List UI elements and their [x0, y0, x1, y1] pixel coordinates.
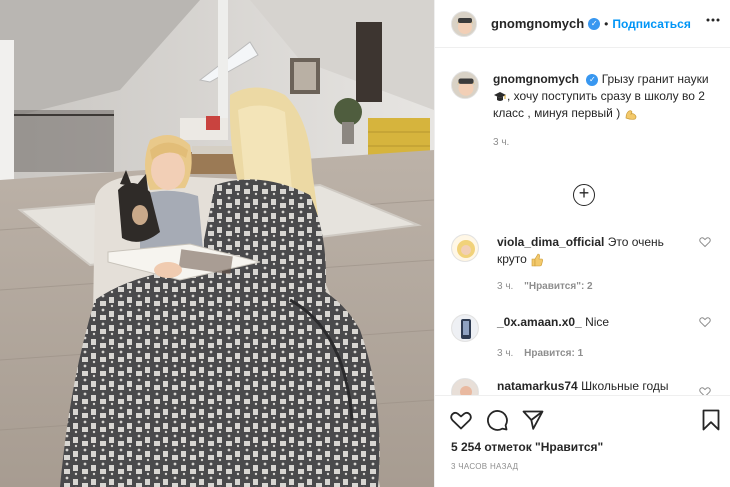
likes-count[interactable]: 5 254 отметок "Нравится": [451, 440, 603, 454]
post-photo[interactable]: [0, 0, 434, 487]
avatar-image: [452, 235, 478, 261]
heart-icon[interactable]: [699, 236, 711, 248]
caption-time: 3 ч.: [493, 137, 510, 148]
post-actions: 5 254 отметок "Нравится" 3 ЧАСОВ НАЗАД: [435, 395, 730, 487]
comment-meta: 3 ч. Нравится: 1: [497, 345, 693, 362]
caption-username[interactable]: gnomgnomych: [493, 72, 579, 86]
comment-text: Школьные годы: [581, 379, 669, 393]
comment-body: natamarkus74 Школьные годы: [497, 378, 693, 395]
avatar-image: [452, 315, 478, 341]
comment-body: viola_dima_official Это очень круто 3 ч.…: [497, 234, 693, 295]
comment-text-block: _0x.amaan.x0_ Nice: [497, 314, 693, 331]
verified-badge-icon: ✓: [588, 17, 601, 30]
comment-likes[interactable]: Нравится: 1: [524, 348, 583, 359]
author-avatar[interactable]: [451, 10, 477, 37]
avatar-image: [452, 379, 478, 395]
graduation-cap-icon: [494, 91, 506, 101]
post-caption: gnomgnomych ✓ Грызу гранит науки , хочу …: [451, 71, 717, 151]
comment-bubble-icon[interactable]: [485, 408, 509, 432]
caption-body: gnomgnomych ✓ Грызу гранит науки , хочу …: [493, 71, 717, 151]
comment-likes[interactable]: "Нравится": 2: [524, 281, 593, 292]
caption-text: Грызу гранит науки: [601, 72, 709, 86]
avatar-image: [452, 11, 476, 36]
comment-item: _0x.amaan.x0_ Nice 3 ч. Нравится: 1: [451, 314, 717, 362]
comment-item: natamarkus74 Школьные годы: [451, 378, 717, 395]
photo-illustration: [0, 0, 434, 487]
follow-button[interactable]: Подписаться: [612, 17, 690, 31]
comment-text: Nice: [585, 315, 610, 329]
header-separator: •: [604, 16, 609, 31]
like-heart-icon[interactable]: [449, 408, 473, 432]
flexed-biceps-icon: [625, 110, 636, 120]
more-horizontal-icon: [706, 18, 720, 22]
heart-icon[interactable]: [699, 386, 711, 395]
comment-avatar[interactable]: [451, 234, 479, 262]
bookmark-save-icon[interactable]: [699, 408, 723, 432]
verified-badge-icon: ✓: [586, 73, 599, 86]
comment-time: 3 ч.: [497, 348, 514, 359]
comment-body: _0x.amaan.x0_ Nice 3 ч. Нравится: 1: [497, 314, 693, 362]
caption-text-block: gnomgnomych ✓ Грызу гранит науки , хочу …: [493, 71, 717, 122]
share-send-icon[interactable]: [521, 408, 545, 432]
comment-time: 3 ч.: [497, 281, 514, 292]
load-more-comments-button[interactable]: +: [573, 184, 595, 206]
thumbs-up-icon: [531, 253, 544, 267]
post-side-panel: gnomgnomych ✓ • Подписаться gnomgnomych …: [434, 0, 730, 487]
action-icons-row: [449, 408, 557, 432]
comment-username[interactable]: _0x.amaan.x0_: [497, 315, 582, 329]
plus-circle-icon: +: [578, 183, 590, 203]
comment-avatar[interactable]: [451, 314, 479, 342]
post-timestamp: 3 ЧАСОВ НАЗАД: [451, 462, 519, 471]
comments-list[interactable]: gnomgnomych ✓ Грызу гранит науки , хочу …: [435, 49, 730, 395]
comment-avatar[interactable]: [451, 378, 479, 395]
caption-author-avatar[interactable]: [451, 71, 479, 99]
caption-text-continued: , хочу поступить сразу в школу во 2 клас…: [493, 89, 705, 120]
comment-username[interactable]: viola_dima_official: [497, 235, 604, 249]
comment-text-block: natamarkus74 Школьные годы: [497, 378, 693, 395]
instagram-post: gnomgnomych ✓ • Подписаться gnomgnomych …: [0, 0, 730, 487]
comment-username[interactable]: natamarkus74: [497, 379, 578, 393]
comment-text-block: viola_dima_official Это очень круто: [497, 234, 693, 268]
avatar-image: [452, 72, 478, 98]
comment-item: viola_dima_official Это очень круто 3 ч.…: [451, 234, 717, 295]
author-username[interactable]: gnomgnomych: [491, 16, 584, 31]
more-options-icon[interactable]: [705, 12, 721, 33]
heart-icon[interactable]: [699, 316, 711, 328]
comment-meta: 3 ч. "Нравится": 2: [497, 278, 693, 295]
post-header: gnomgnomych ✓ • Подписаться: [435, 0, 730, 48]
